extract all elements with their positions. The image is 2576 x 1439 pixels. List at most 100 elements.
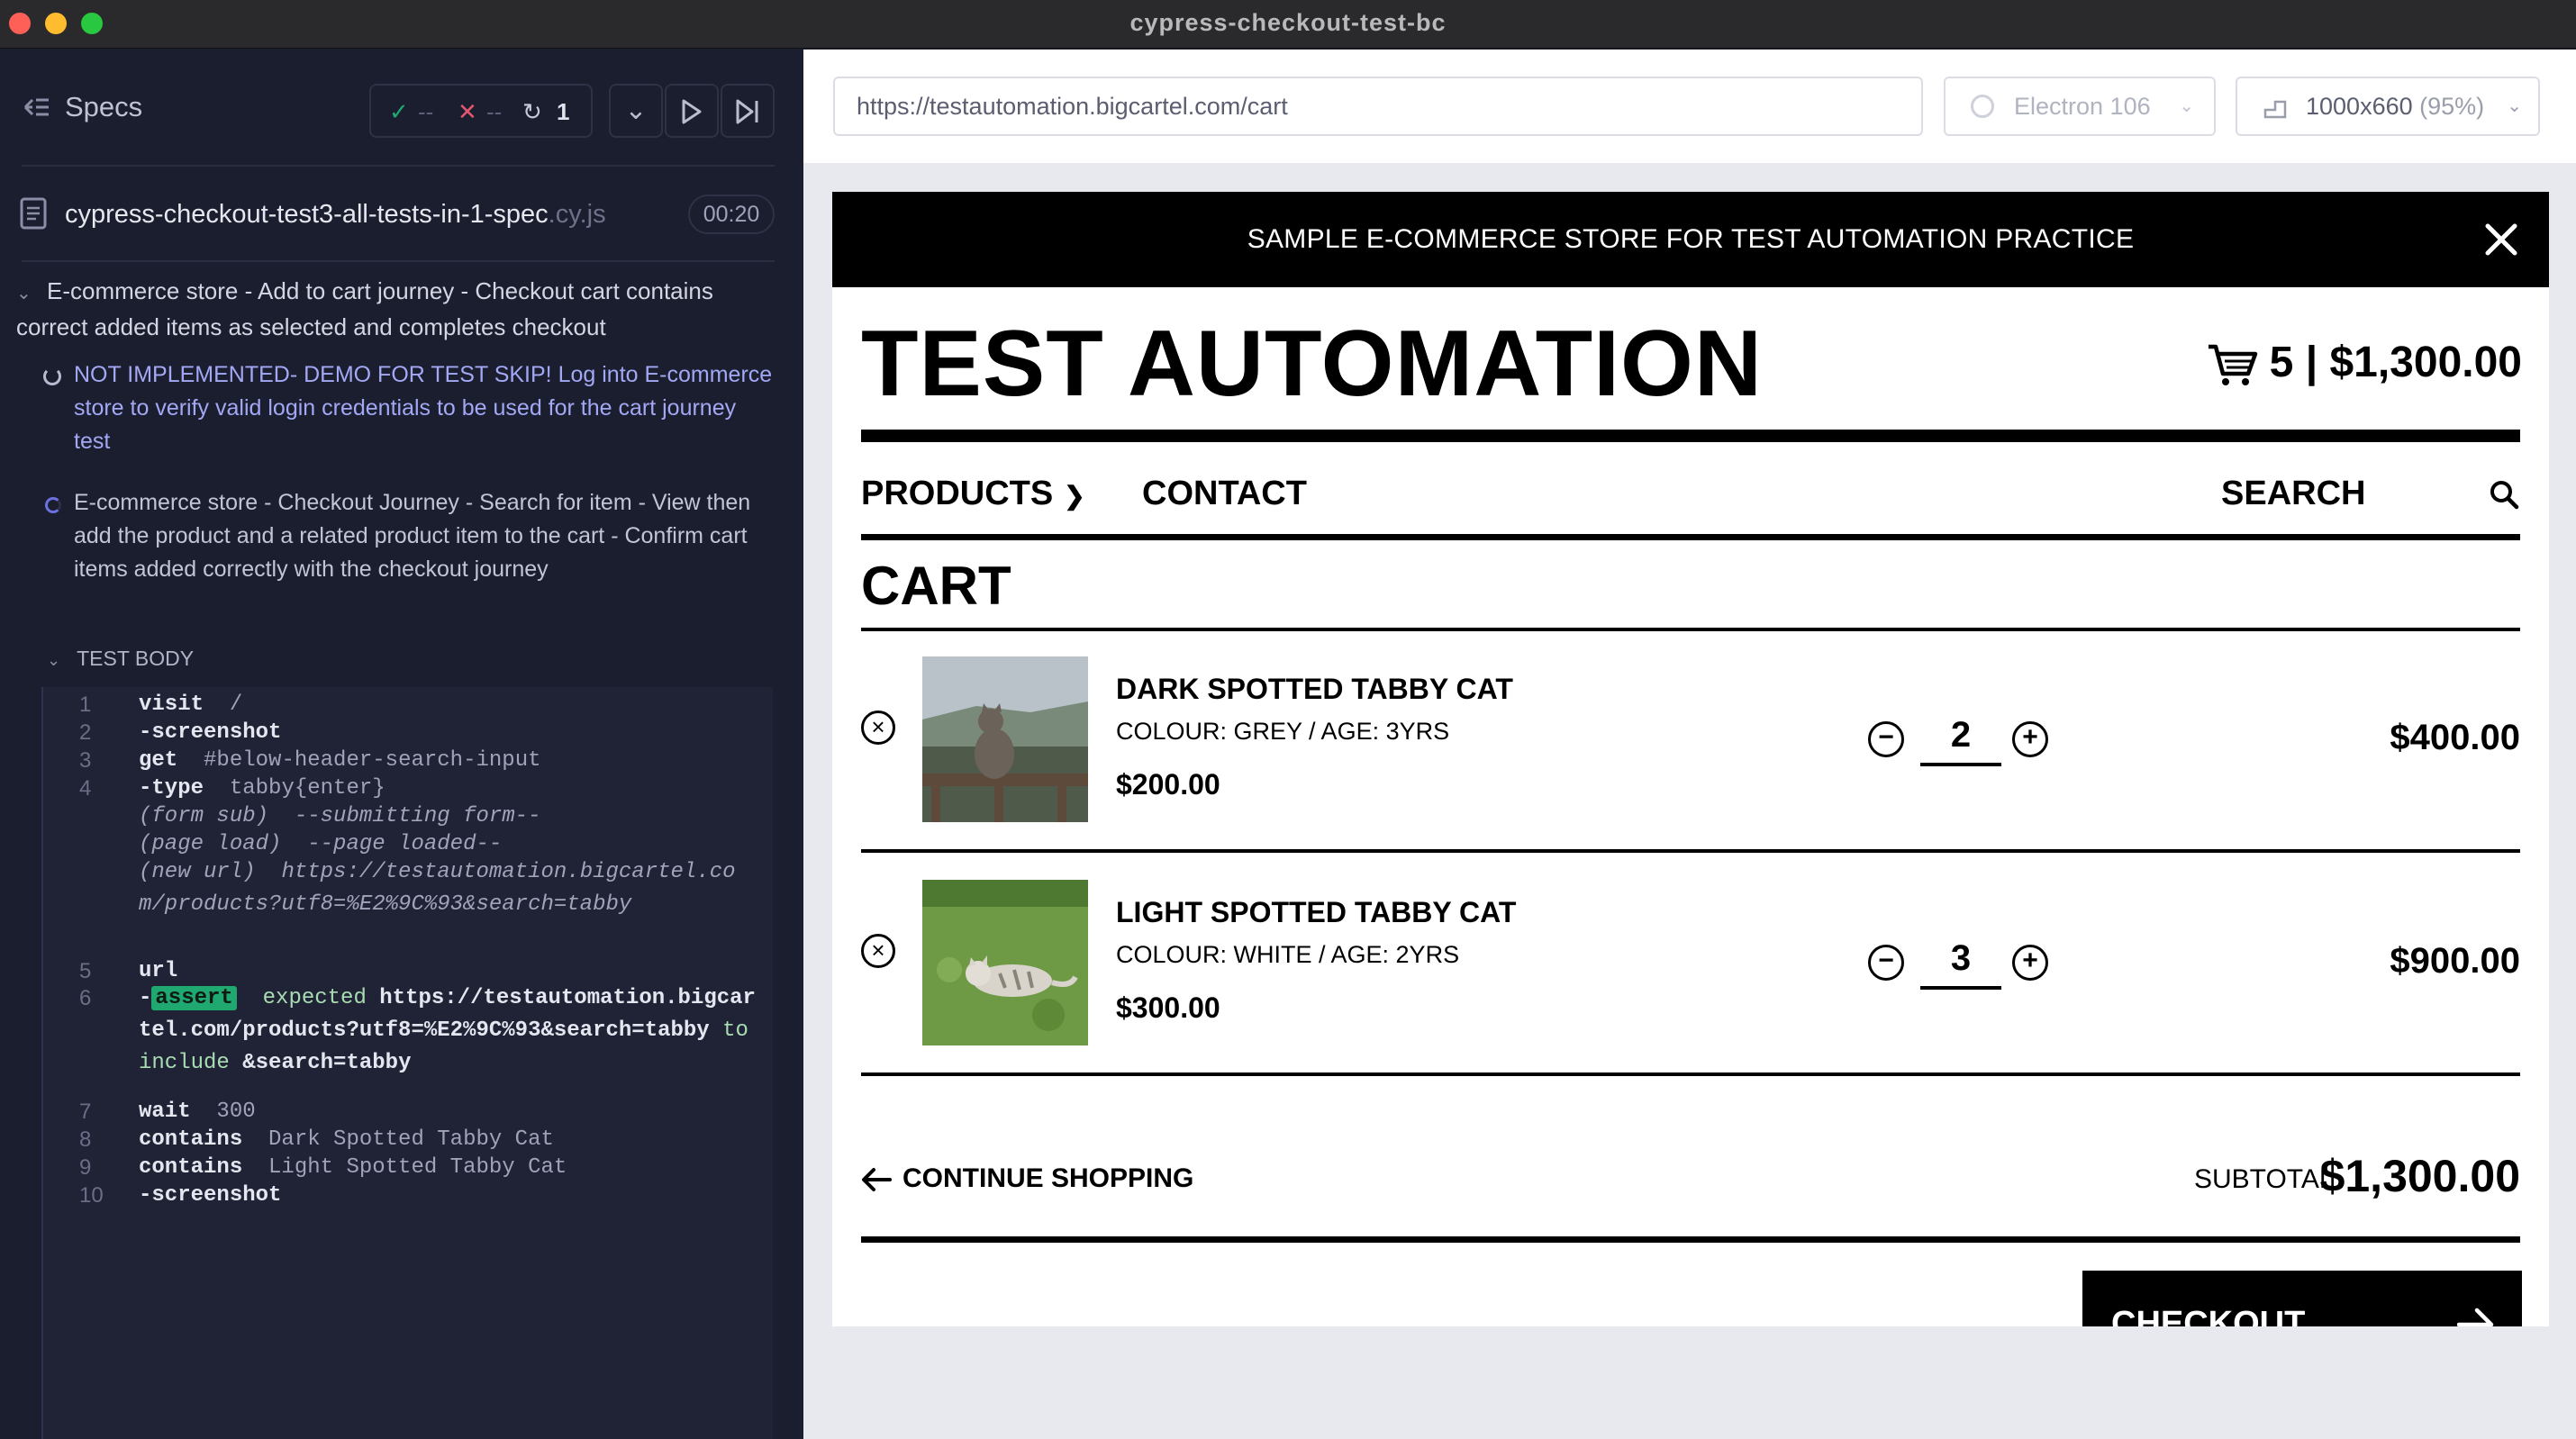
chevron-down-icon: ⌄: [2507, 96, 2522, 116]
remove-item-button[interactable]: ×: [861, 710, 895, 745]
browser-name: Electron 106: [2014, 93, 2151, 120]
viewport-info[interactable]: 1000x660 (95%) ⌄: [2236, 77, 2540, 136]
browser-icon: [1971, 95, 1994, 118]
step-forward-icon: [736, 99, 758, 124]
increase-quantity-button[interactable]: +: [2012, 945, 2048, 981]
nav-search[interactable]: SEARCH: [2221, 471, 2365, 516]
command-number: 6: [79, 986, 92, 1010]
continue-shopping-link[interactable]: CONTINUE SHOPPING: [861, 1161, 1193, 1197]
failed-x-icon: ✕: [458, 98, 477, 125]
checkout-button[interactable]: CHECKOUT: [2082, 1271, 2522, 1326]
test-stats: ✓ -- ✕ -- ↻ 1: [369, 84, 593, 138]
item-option: COLOUR: GREY / AGE: 3YRS: [1116, 718, 1450, 745]
event-name: (new url): [139, 860, 256, 884]
divider: [861, 534, 2520, 540]
specs-link[interactable]: Specs: [65, 91, 142, 123]
decrease-quantity-button[interactable]: −: [1868, 721, 1904, 757]
test-title: NOT IMPLEMENTED- DEMO FOR TEST SKIP! Log…: [74, 362, 773, 454]
cart-icon: [2208, 345, 2257, 386]
arrow-left-icon: [862, 1168, 892, 1192]
promo-banner: SAMPLE E-COMMERCE STORE FOR TEST AUTOMAT…: [832, 192, 2549, 287]
item-line-total: $400.00: [2390, 718, 2520, 757]
subtotal-label: SUBTOTAL: [2194, 1164, 2335, 1194]
event-message: --submitting form--: [294, 804, 541, 828]
spec-file-basename: cypress-checkout-test3-all-tests-in-1-sp…: [65, 200, 549, 229]
running-spinner-icon: [45, 497, 61, 513]
spec-duration: 00:20: [688, 195, 775, 234]
spec-file-extension: .cy.js: [548, 200, 606, 229]
command-log: 1 visit / 2 -screenshot 3 get #below-hea…: [41, 687, 773, 1439]
viewport-ruler-icon: [2263, 100, 2287, 119]
pending-circle-icon: ↻: [522, 98, 542, 125]
checkout-label: CHECKOUT: [2111, 1305, 2306, 1326]
command-arg: #below-header-search-input: [204, 748, 541, 773]
command-name: wait: [139, 1100, 191, 1124]
cart-heading: CART: [861, 556, 1011, 616]
test-title: E-commerce store - Checkout Journey - Se…: [74, 490, 751, 582]
window-title: cypress-checkout-test-bc: [1129, 9, 1447, 36]
item-name[interactable]: DARK SPOTTED TABBY CAT: [1116, 673, 1513, 706]
command-arg: Dark Spotted Tabby Cat: [268, 1127, 554, 1152]
window-titlebar: cypress-checkout-test-bc: [0, 0, 2576, 49]
command-name: -: [139, 986, 152, 1010]
assert-expected-label: expected: [262, 986, 367, 1010]
event-name: (form sub): [139, 804, 269, 828]
pending-icon: [43, 367, 61, 385]
close-icon[interactable]: [2477, 215, 2526, 264]
assert-include-value: &search=tabby: [242, 1051, 412, 1075]
spec-file-name[interactable]: cypress-checkout-test3-all-tests-in-1-sp…: [65, 200, 606, 230]
product-thumbnail[interactable]: [922, 880, 1088, 1045]
continue-shopping-label: CONTINUE SHOPPING: [903, 1163, 1194, 1193]
subtotal-value: $1,300.00: [2319, 1151, 2520, 1201]
play-button[interactable]: [665, 84, 719, 138]
passed-count: --: [418, 98, 434, 125]
cart-item: × DARK SPOTTED TABBY CAT COLOUR: GREY / …: [861, 656, 2520, 837]
cart-summary-text: 5 | $1,300.00: [2269, 339, 2522, 386]
chevron-down-button[interactable]: ⌄: [609, 84, 663, 138]
viewport-size: 1000x660: [2306, 93, 2413, 120]
decrease-quantity-button[interactable]: −: [1868, 945, 1904, 981]
app-under-test-panel: https://testautomation.bigcartel.com/car…: [803, 50, 2576, 1439]
test-body-toggle[interactable]: ⌄ TEST BODY: [47, 647, 194, 671]
next-step-button[interactable]: [721, 84, 775, 138]
url-bar[interactable]: https://testautomation.bigcartel.com/car…: [833, 77, 1923, 136]
command-name: contains: [139, 1127, 243, 1152]
store-page: SAMPLE E-COMMERCE STORE FOR TEST AUTOMAT…: [832, 192, 2549, 1326]
command-name: get: [139, 748, 178, 773]
browser-selector[interactable]: Electron 106 ⌄: [1944, 77, 2216, 136]
command-arg: Light Spotted Tabby Cat: [268, 1155, 567, 1180]
command-name: -screenshot: [139, 720, 282, 745]
play-icon: [682, 99, 702, 124]
command-arg: /: [229, 692, 243, 717]
item-name[interactable]: LIGHT SPOTTED TABBY CAT: [1116, 896, 1516, 929]
header-cart-link[interactable]: 5 | $1,300.00: [2207, 336, 2522, 390]
pending-count: 1: [557, 98, 570, 125]
suite-title[interactable]: ⌄ E-commerce store - Add to cart journey …: [16, 275, 782, 344]
command-name: visit: [139, 692, 204, 717]
nav-products-label: PRODUCTS: [861, 475, 1054, 512]
nav-contact[interactable]: CONTACT: [1142, 471, 1307, 516]
command-name: -type: [139, 776, 204, 801]
search-icon[interactable]: [2488, 478, 2520, 511]
remove-item-button[interactable]: ×: [861, 934, 895, 968]
quantity-input[interactable]: 2: [1920, 707, 2001, 766]
test-body-label: TEST BODY: [77, 647, 195, 670]
divider: [861, 628, 2520, 631]
increase-quantity-button[interactable]: +: [2012, 721, 2048, 757]
divider: [861, 849, 2520, 853]
chevron-down-icon: ⌄: [47, 651, 61, 669]
store-logo-title[interactable]: TEST AUTOMATION: [861, 305, 1763, 422]
product-thumbnail[interactable]: [922, 656, 1088, 822]
event-name: (page load): [139, 832, 282, 856]
item-line-total: $900.00: [2390, 941, 2520, 981]
chevron-down-icon: ⌄: [2179, 96, 2194, 116]
divider: [861, 1236, 2520, 1243]
reporter-header: Specs ✓ -- ✕ -- ↻ 1 ⌄: [0, 50, 803, 167]
divider: [22, 260, 775, 262]
nav-products[interactable]: PRODUCTS ❯: [861, 471, 1085, 519]
specs-list-icon[interactable]: [22, 95, 50, 120]
command-name: url: [139, 959, 178, 983]
quantity-input[interactable]: 3: [1920, 930, 2001, 990]
divider: [22, 165, 775, 167]
command-number: 10: [79, 1183, 104, 1208]
